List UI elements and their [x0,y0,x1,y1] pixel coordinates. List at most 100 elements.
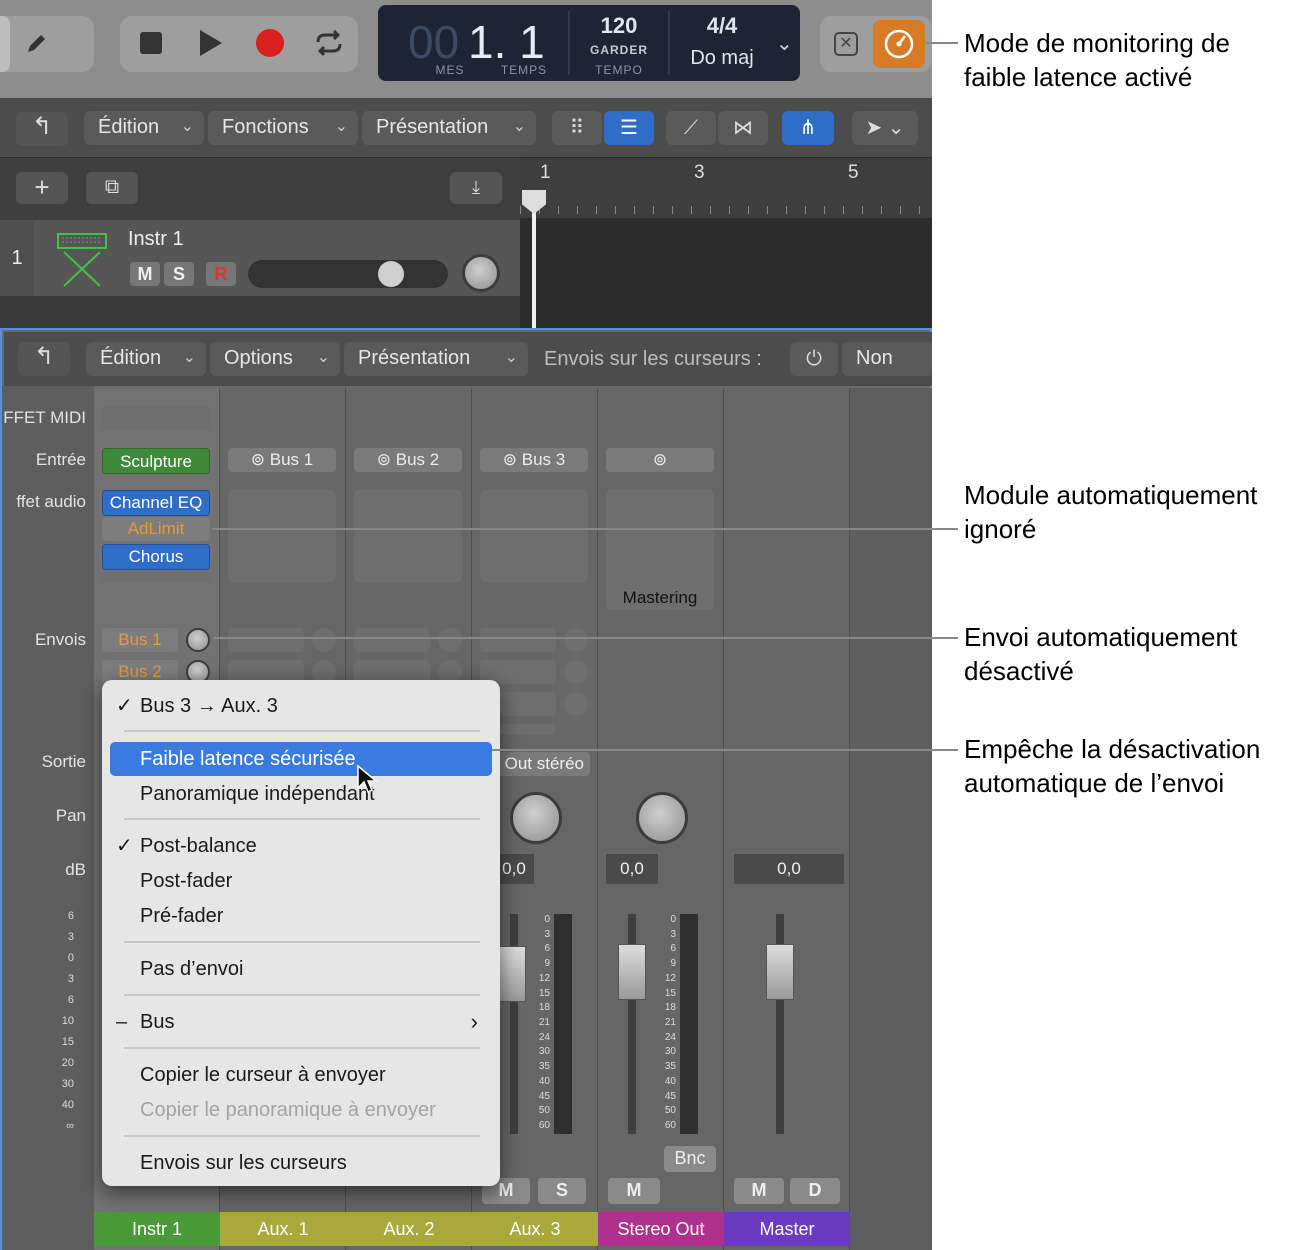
import-icon[interactable]: ⤓ [450,172,502,204]
send-slot-1[interactable] [354,628,430,652]
send-knob-2[interactable] [564,660,588,684]
send-bus1-disabled[interactable]: Bus 1 [102,628,178,652]
mixer-menubar: ↰ Édition ⌄ Options ⌄ Présentation ⌄ Envois… [4,332,932,386]
send-knob-1[interactable] [312,628,336,652]
send-knob-1[interactable] [564,628,588,652]
volume-db-value[interactable]: 0,0 [494,854,534,884]
duplicate-icon[interactable]: ⧉ [86,172,138,204]
input-bus1[interactable]: ⊚ Bus 1 [228,448,336,472]
track-name[interactable]: Instr 1 [128,228,184,251]
pencil-icon[interactable] [18,16,54,72]
track-row[interactable]: 1 Instr 1 M S R [0,220,520,296]
plugin-adlimit-bypassed[interactable]: AdLimit [102,517,210,541]
send-knob-1[interactable] [438,628,462,652]
mute-button[interactable]: M [608,1178,660,1204]
fader-cap[interactable] [618,944,646,1000]
chevron-down-icon: ⌄ [512,118,526,135]
play-icon[interactable] [200,30,222,56]
pan-knob[interactable] [510,792,562,844]
dim-button[interactable]: D [790,1178,840,1204]
plugin-mastering[interactable]: Mastering [606,586,714,610]
plugin-area-aux2[interactable] [354,490,462,582]
bounce-button[interactable]: Bnc [664,1146,716,1172]
playhead[interactable] [532,194,536,328]
mixer-options-menu[interactable]: Options ⌄ [210,342,340,376]
scale-tick-label: 9 [670,958,676,969]
input-bus2[interactable]: ⊚ Bus 2 [354,448,462,472]
left-edge-button[interactable] [0,16,10,72]
record-icon[interactable] [256,29,284,57]
volume-slider-knob[interactable] [378,261,404,287]
low-latency-button[interactable] [873,20,925,68]
lcd-display[interactable]: 00 1. 1 MES TEMPS 120 GARDER TEMPO 4/4 D… [378,5,800,81]
functions-menu[interactable]: Fonctions ⌄ [208,111,358,145]
plugin-channel-eq[interactable]: Channel EQ [102,490,210,516]
mixer-view-menu[interactable]: Présentation ⌄ [344,342,528,376]
back-arrow-icon[interactable]: ↰ [18,342,70,376]
mute-button[interactable]: M [130,262,160,286]
pan-knob[interactable] [636,792,688,844]
solo-button[interactable]: S [538,1178,586,1204]
menu-item-route[interactable]: ✓ Bus 3 → Aux. 3 [102,689,500,723]
cycle-icon[interactable] [312,26,346,60]
menu-item-pre-fader[interactable]: Pré-fader [102,899,500,933]
menu-item-bus[interactable]: – Bus › [102,1005,500,1039]
send-slot-1[interactable] [480,628,556,652]
cancel-icon[interactable]: ✕ [834,32,858,56]
volume-db-value[interactable]: 0,0 [606,854,658,884]
menu-item-copy-fader[interactable]: Copier le curseur à envoyer [102,1058,500,1092]
pan-knob[interactable] [462,254,500,292]
scale-tick-label: 60 [538,1120,550,1131]
automation-icon[interactable]: ⟋ [666,111,716,145]
record-enable-button[interactable]: R [206,262,236,286]
menu-item-post-fader[interactable]: Post-fader [102,864,500,898]
plugin-area-aux1[interactable] [228,490,336,582]
send-knob-3[interactable] [564,692,588,716]
volume-slider[interactable] [248,260,448,288]
time-signature[interactable]: 4/4 [674,13,770,39]
menu-item-low-latency-safe[interactable]: Faible latence sécurisée [110,742,492,776]
power-icon[interactable]: ⏻ [790,342,838,376]
edit-menu[interactable]: Édition ⌄ [84,111,204,145]
send-slot-1[interactable] [228,628,304,652]
back-arrow-icon[interactable]: ↰ [16,112,68,146]
plus-icon[interactable]: + [16,172,68,204]
tempo-mode[interactable]: GARDER [578,43,660,57]
midi-fx-slot[interactable] [102,406,210,430]
menu-item-post-pan[interactable]: ✓ Post-balance [102,829,500,863]
mute-button[interactable]: M [734,1178,784,1204]
plugin-chorus[interactable]: Chorus [102,544,210,570]
plugin-area-aux3[interactable] [480,490,588,582]
stop-icon[interactable] [140,32,162,54]
key-signature[interactable]: Do maj [674,47,770,70]
fader-cap[interactable] [766,944,794,1000]
link-icon[interactable]: ⊚ [606,448,714,472]
chevron-down-icon: ⌄ [504,349,518,366]
solo-button[interactable]: S [164,262,194,286]
send-bus1-knob[interactable] [186,628,210,652]
catch-icon[interactable]: ⋔ [782,111,834,145]
sends-on-faders-value[interactable]: Non [842,342,932,376]
list-view-icon[interactable]: ☰ [604,111,654,145]
menu-item-independent-pan[interactable]: Panoramique indépendant [102,777,500,811]
flex-icon[interactable]: ⋈ [718,111,768,145]
chevron-right-icon: › [470,1009,478,1034]
view-menu[interactable]: Présentation ⌄ [362,111,536,145]
tempo-value[interactable]: 120 [578,13,660,39]
pointer-tool-icon[interactable]: ➤ ⌄ [852,111,918,145]
menu-item-no-send[interactable]: Pas d’envoi [102,952,500,986]
chevron-down-icon[interactable]: ⌄ [776,31,793,56]
ruler[interactable]: 1 3 5 [520,158,932,218]
edit-menu-label: Édition [98,116,160,138]
input-bus3[interactable]: ⊚ Bus 3 [480,448,588,472]
empty-plugin-slot[interactable] [102,572,210,582]
grid-view-icon[interactable]: ⠿ [552,111,602,145]
track-lane[interactable] [520,218,932,296]
mixer-edit-label: Édition [100,347,162,369]
timeline[interactable]: 1 3 5 [520,158,932,328]
output-stereo-out[interactable]: Out stéréo [494,752,590,776]
volume-db-value[interactable]: 0,0 [734,854,844,884]
menu-item-sends-on-faders[interactable]: Envois sur les curseurs [102,1146,500,1180]
mixer-edit-menu[interactable]: Édition ⌄ [86,342,206,376]
input-sculpture[interactable]: Sculpture [102,448,210,474]
